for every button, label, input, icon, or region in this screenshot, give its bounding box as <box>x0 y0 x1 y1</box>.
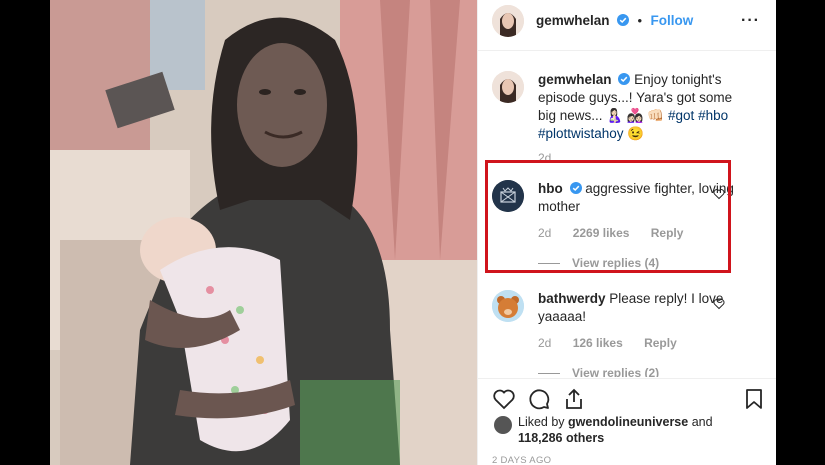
post-photo <box>50 0 477 465</box>
comment-like-heart-icon[interactable] <box>713 298 725 310</box>
header-user-line: gemwhelan • Follow <box>536 12 693 30</box>
hashtag-hbo[interactable]: #hbo <box>698 108 728 123</box>
post-header: gemwhelan • Follow ··· <box>478 0 776 51</box>
hbo-avatar[interactable] <box>492 180 524 212</box>
comment-username[interactable]: bathwerdy <box>538 291 606 306</box>
hashtag-plottwistahoy[interactable]: #plottwistahoy <box>538 126 624 141</box>
comment-hbo: hbo aggressive fighter, loving mother 2d… <box>492 178 747 273</box>
comments-list: gemwhelan Enjoy tonight's episode guys..… <box>478 51 776 377</box>
author-username[interactable]: gemwhelan <box>536 13 610 28</box>
reply-button[interactable]: Reply <box>644 336 677 350</box>
caption-emoji: 🤱🏻 👩🏻‍❤️‍👩🏻 👊🏻 <box>606 108 665 123</box>
hbo-logo-icon <box>492 180 524 212</box>
comment-likes[interactable]: 2269 likes <box>573 226 630 240</box>
caption-avatar[interactable] <box>492 71 524 103</box>
verified-badge-icon <box>616 14 629 26</box>
likes-line-1: Liked by gwendolineuniverse and <box>518 414 764 430</box>
share-upload-icon[interactable] <box>562 387 586 411</box>
reply-button[interactable]: Reply <box>651 226 684 240</box>
more-options-icon[interactable]: ··· <box>741 12 760 30</box>
view-replies-label: View replies (2) <box>572 366 660 377</box>
liked-by-joiner: and <box>691 415 713 429</box>
comment-text: aggressive fighter, loving mother <box>538 181 734 214</box>
comment-bubble-icon[interactable] <box>527 387 551 411</box>
comment-like-heart-icon[interactable] <box>713 188 725 200</box>
liked-by-prefix: Liked by <box>518 415 565 429</box>
author-avatar[interactable] <box>492 5 524 37</box>
comment-time: 2d <box>538 336 552 350</box>
view-replies-button[interactable]: View replies (2) <box>538 364 659 377</box>
caption: gemwhelan Enjoy tonight's episode guys..… <box>492 71 747 181</box>
avatar-image <box>492 71 524 103</box>
liker-avatar[interactable] <box>494 416 512 434</box>
view-replies-line <box>538 263 560 265</box>
view-replies-label: View replies (4) <box>572 256 660 270</box>
view-replies-line <box>538 373 560 375</box>
follow-button[interactable]: Follow <box>650 13 693 28</box>
bear-avatar-image <box>492 290 524 322</box>
like-heart-icon[interactable] <box>492 387 516 411</box>
post-date[interactable]: 2 DAYS AGO <box>492 455 551 465</box>
action-bar <box>478 378 776 419</box>
likes-summary: Liked by gwendolineuniverse and 118,286 … <box>494 414 764 446</box>
caption-username[interactable]: gemwhelan <box>538 72 612 87</box>
avatar-image <box>492 5 524 37</box>
liked-by-user[interactable]: gwendolineuniverse <box>568 415 688 429</box>
caption-time: 2d <box>538 151 552 165</box>
comment-meta: 2d 126 likes Reply <box>538 334 695 352</box>
comment-username[interactable]: hbo <box>538 181 563 196</box>
comment-meta: 2d 2269 likes Reply <box>538 224 701 242</box>
bookmark-save-icon[interactable] <box>742 387 766 411</box>
post-photo-image <box>50 0 477 465</box>
view-replies-button[interactable]: View replies (4) <box>538 254 659 272</box>
bathwerdy-avatar[interactable] <box>492 290 524 322</box>
liked-by-count[interactable]: 118,286 others <box>518 431 604 445</box>
likes-line-2: 118,286 others <box>518 430 764 446</box>
caption-text-block: gemwhelan Enjoy tonight's episode guys..… <box>538 71 748 143</box>
separator-dot: • <box>637 13 642 28</box>
hashtag-got[interactable]: #got <box>668 108 694 123</box>
comment-bathwerdy: bathwerdy Please reply! I love yaaaaa! 2… <box>492 288 747 377</box>
post-side-panel: gemwhelan • Follow ··· gemwhelan Enjoy t… <box>477 0 776 465</box>
comment-time: 2d <box>538 226 552 240</box>
caption-meta: 2d <box>538 149 569 167</box>
comment-likes[interactable]: 126 likes <box>573 336 623 350</box>
verified-badge-icon <box>569 182 582 194</box>
verified-badge-icon <box>618 73 631 85</box>
caption-end-emoji: 😉 <box>627 126 645 141</box>
